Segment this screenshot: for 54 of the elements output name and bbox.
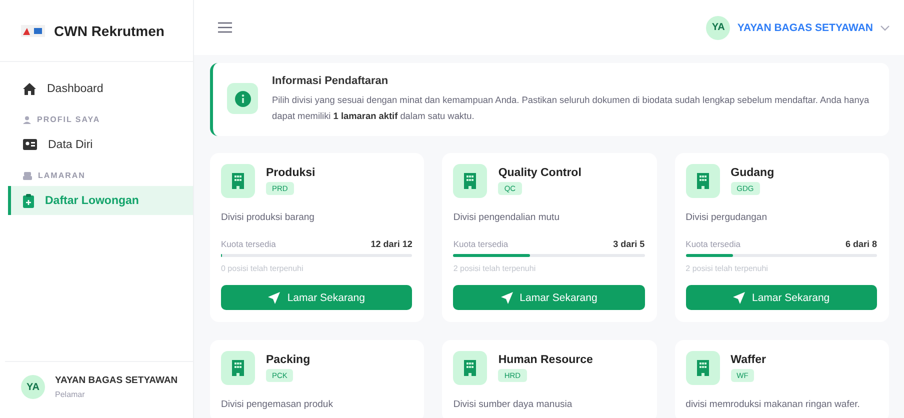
apply-button[interactable]: Lamar Sekarang (453, 285, 645, 310)
section-label: LAMARAN (38, 171, 86, 180)
logo-icon (21, 24, 45, 36)
info-text: Pilih divisi yang sesuai dengan minat dan kemampuan Anda. Pastikan seluruh dokumen di biodata sudah lengkap sebelum mendaftar. Anda hanya dapat memiliki 1 lamaran aktif dalam satu waktu. (272, 94, 870, 123)
filled-note: 2 posisi telah terpenuhi (686, 264, 769, 273)
division-description: Divisi sumber daya manusia (453, 399, 574, 410)
send-icon (500, 292, 513, 304)
building-icon (453, 164, 488, 198)
nav-item[interactable]: Data Diri (8, 130, 193, 159)
caret-icon (880, 24, 890, 30)
division-name: Gudang (730, 167, 774, 179)
quota-value: 12 dari 12 (370, 239, 412, 249)
brand-name: CWN Rekrutmen (54, 22, 164, 38)
building-icon (221, 351, 255, 385)
quota-label: Kuota tersedia (686, 239, 740, 249)
menu-button[interactable] (216, 20, 234, 35)
division-name: Human Resource (498, 354, 593, 366)
info-icon (227, 83, 258, 114)
building-icon (686, 164, 720, 198)
clipboard-icon (23, 194, 34, 208)
filled-note: 0 posisi telah terpenuhi (221, 264, 304, 273)
division-name: Quality Control (498, 167, 582, 179)
division-name: Produksi (266, 167, 316, 179)
division-description: Divisi pengemasan produk (221, 399, 334, 410)
send-icon (733, 292, 745, 304)
building-icon (453, 351, 488, 385)
home-icon (23, 82, 36, 94)
user-name: YAYAN BAGAS SETYAWAN (55, 375, 178, 386)
user-menu-button[interactable]: YA YAYAN BAGAS SETYAWAN (706, 16, 890, 40)
send-icon (268, 292, 280, 304)
division-name: Waffer (730, 354, 766, 366)
division-name: Packing (266, 354, 310, 366)
apply-button[interactable]: Lamar Sekarang (221, 285, 412, 310)
division-description: Divisi pengendalian mutu (453, 212, 560, 223)
id-card-icon (23, 139, 37, 150)
user-avatar: YA (21, 375, 45, 399)
building-icon (686, 351, 720, 385)
division-description: Divisi produksi barang (221, 212, 316, 223)
section-label: PROFIL SAYA (37, 115, 100, 124)
inbox-icon (23, 172, 32, 180)
info-title: Informasi Pendaftaran (272, 75, 390, 87)
filled-note: 2 posisi telah terpenuhi (453, 264, 537, 273)
quota-label: Kuota tersedia (453, 239, 508, 249)
nav-item[interactable]: Daftar Lowongan (8, 186, 193, 215)
user-role: Pelamar (55, 390, 86, 399)
division-description: Divisi pergudangan (686, 212, 768, 223)
user-icon (23, 116, 31, 124)
building-icon (221, 164, 255, 198)
division-description: divisi memroduksi makanan ringan wafer. (686, 399, 861, 410)
quota-value: 6 dari 8 (845, 239, 877, 249)
quota-label: Kuota tersedia (221, 239, 276, 249)
apply-button[interactable]: Lamar Sekarang (686, 285, 877, 310)
quota-value: 3 dari 5 (613, 239, 645, 249)
nav-item[interactable]: Dashboard (8, 74, 193, 103)
